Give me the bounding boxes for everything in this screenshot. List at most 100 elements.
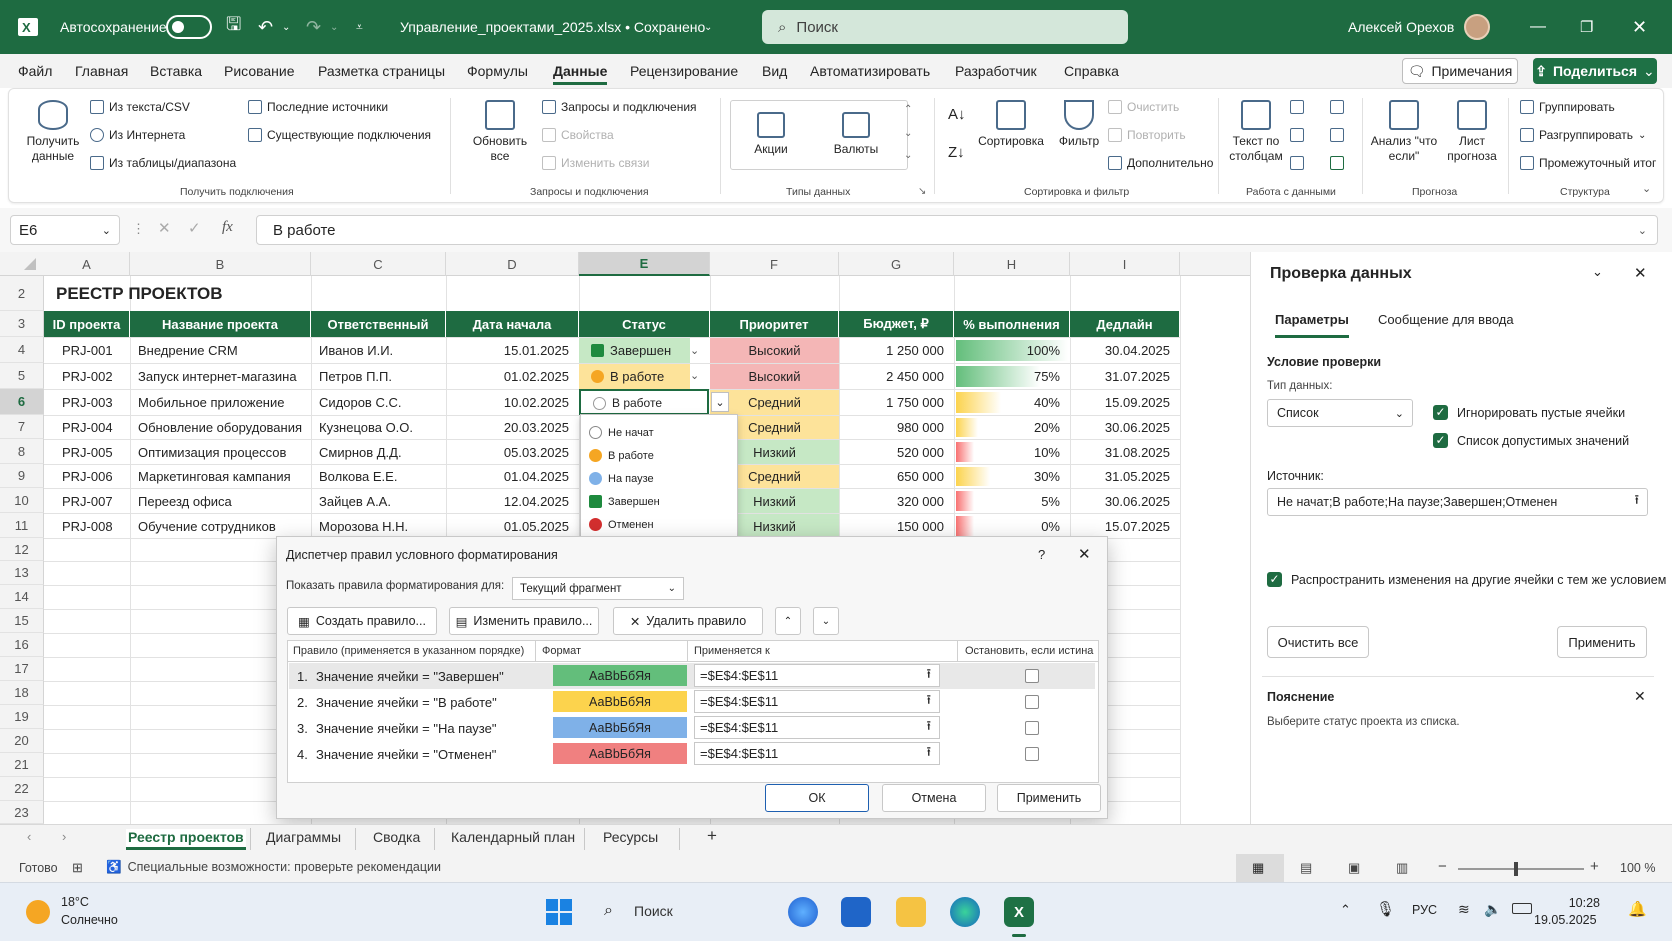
existing-connections-button[interactable]: Существующие подключения (248, 128, 431, 142)
table-header-d[interactable]: Дата начала (446, 311, 579, 337)
row-header-7[interactable]: 7 (0, 415, 44, 439)
validation-dropdown-arrow[interactable]: ⌄ (711, 392, 729, 412)
scroll-left-icon[interactable]: ‹ (27, 829, 31, 844)
user-name[interactable]: Алексей Орехов (1348, 0, 1454, 54)
cell-owner[interactable]: Сидоров С.С. (311, 390, 446, 415)
cell-start[interactable]: 01.04.2025 (446, 465, 579, 488)
collapse-range-icon[interactable]: ⭱ (1634, 491, 1639, 513)
collapse-range-icon[interactable]: ⭱ (926, 691, 931, 713)
selected-cell[interactable]: В работе (579, 389, 709, 415)
cell-budget[interactable]: 650 000 (839, 465, 954, 488)
menu-review[interactable]: Рецензирование (630, 63, 738, 79)
applies-to-input[interactable]: =$E$4:$E$11 ⭱ (694, 716, 940, 739)
page-break-view-icon[interactable]: ▣ (1348, 860, 1360, 876)
cell-budget[interactable]: 2 450 000 (839, 364, 954, 389)
currencies-button[interactable]: Валюты (826, 112, 886, 157)
cell-budget[interactable]: 520 000 (839, 440, 954, 464)
row-header-19[interactable]: 19 (0, 705, 44, 729)
data-type-select[interactable]: Список ⌄ (1267, 399, 1413, 427)
menu-automate[interactable]: Автоматизировать (810, 63, 930, 79)
cell-name[interactable]: Маркетинговая кампания (130, 465, 311, 488)
cell-start[interactable]: 01.02.2025 (446, 364, 579, 389)
cell-name[interactable]: Переезд офиса (130, 489, 311, 513)
cell-priority[interactable]: Высокий (710, 338, 839, 363)
cancel-icon[interactable]: ✕ (158, 219, 171, 237)
column-header-c[interactable]: C (311, 252, 446, 276)
row-header-11[interactable]: 11 (0, 513, 44, 538)
cell-start[interactable]: 20.03.2025 (446, 416, 579, 439)
weather-desc[interactable]: Солнечно (61, 913, 118, 927)
add-sheet-icon[interactable]: + (707, 826, 717, 846)
menu-view[interactable]: Вид (762, 63, 787, 79)
in-cell-dropdown-checkbox[interactable]: ✓ Список допустимых значений (1433, 433, 1629, 448)
redo-icon[interactable]: ↷ (306, 0, 321, 54)
sort-button[interactable]: Сортировка (976, 100, 1046, 149)
applies-to-input[interactable]: =$E$4:$E$11 ⭱ (694, 742, 940, 765)
cell-budget[interactable]: 1 750 000 (839, 390, 954, 415)
redo-dropdown-icon[interactable]: ⌄ (330, 0, 338, 54)
cell-id[interactable]: PRJ-002 (44, 364, 130, 389)
remove-duplicates-icon[interactable] (1290, 128, 1304, 145)
cell-start[interactable]: 15.01.2025 (446, 338, 579, 363)
column-header-g[interactable]: G (839, 252, 954, 276)
cell-deadline[interactable]: 31.07.2025 (1070, 364, 1180, 389)
row-header-3[interactable]: 3 (0, 311, 44, 337)
cell-id[interactable]: PRJ-006 (44, 465, 130, 488)
clock-date[interactable]: 19.05.2025 (1534, 913, 1597, 927)
collapse-range-icon[interactable]: ⭱ (926, 717, 931, 739)
battery-icon[interactable] (1512, 903, 1532, 914)
cell-status[interactable]: Завершен (579, 338, 690, 363)
row-header-22[interactable]: 22 (0, 777, 44, 801)
recent-sources-button[interactable]: Последние источники (248, 100, 388, 114)
notification-bell-icon[interactable]: 🔔 (1628, 900, 1647, 918)
column-header-d[interactable]: D (446, 252, 579, 276)
pane-apply-button[interactable]: Применить (1557, 626, 1647, 658)
cell-pct[interactable]: 100% (954, 338, 1070, 363)
cell-name[interactable]: Мобильное приложение (130, 390, 311, 415)
cell-deadline[interactable]: 30.06.2025 (1070, 489, 1180, 513)
cell-status[interactable]: В работе (579, 364, 690, 389)
customize-qat-icon[interactable]: ⩡ (356, 0, 363, 54)
zoom-slider-thumb[interactable] (1514, 862, 1518, 876)
get-data-button[interactable]: Получить данные (22, 100, 84, 164)
share-button[interactable]: ⇪ Поделиться ⌄ (1533, 58, 1657, 84)
cell-owner[interactable]: Морозова Н.Н. (311, 514, 446, 538)
taskbar-search[interactable]: Поиск (634, 903, 673, 919)
dialog-apply-button[interactable]: Применить (997, 784, 1101, 812)
consolidate-icon[interactable] (1330, 100, 1344, 117)
forecast-sheet-button[interactable]: Лист прогноза (1440, 100, 1504, 164)
dropdown-arrow-icon[interactable]: ⌄ (690, 369, 699, 382)
apply-to-all-checkbox[interactable]: ✓ Распространить изменения на другие ячей… (1267, 572, 1666, 587)
row-header-2[interactable]: 2 (0, 276, 44, 311)
cell-start[interactable]: 05.03.2025 (446, 440, 579, 464)
zoom-level[interactable]: 100 % (1620, 861, 1655, 875)
cell-name[interactable]: Обновление оборудования (130, 416, 311, 439)
row-header-23[interactable]: 23 (0, 801, 44, 824)
windows-start-icon[interactable] (546, 899, 572, 925)
column-header-e[interactable]: E (579, 252, 710, 276)
cell-id[interactable]: PRJ-007 (44, 489, 130, 513)
cell-id[interactable]: PRJ-008 (44, 514, 130, 538)
input-language[interactable]: РУС (1412, 903, 1437, 917)
row-header-4[interactable]: 4 (0, 337, 44, 363)
rule-row[interactable]: 3. Значение ячейки = "На паузе" АаВbБбЯя =$… (289, 715, 1095, 741)
menu-help[interactable]: Справка (1064, 63, 1119, 79)
menu-file[interactable]: Файл (18, 63, 52, 79)
row-header-13[interactable]: 13 (0, 561, 44, 585)
cell-priority[interactable]: Средний (710, 390, 839, 415)
row-header-18[interactable]: 18 (0, 681, 44, 705)
move-down-button[interactable]: ⌄ (813, 607, 839, 635)
page-view-icon[interactable]: ▥ (1396, 860, 1408, 876)
row-header-17[interactable]: 17 (0, 657, 44, 681)
reapply-button[interactable]: Повторить (1108, 128, 1186, 142)
cell-owner[interactable]: Иванов И.И. (311, 338, 446, 363)
cell-id[interactable]: PRJ-003 (44, 390, 130, 415)
more-options-icon[interactable]: ⋮ (132, 221, 145, 237)
cell-name[interactable]: Запуск интернет-магазина (130, 364, 311, 389)
restore-icon[interactable]: ❐ (1580, 0, 1593, 54)
formula-input[interactable]: В работе ⌄ (256, 215, 1658, 245)
close-icon[interactable]: ✕ (1078, 545, 1091, 563)
source-input[interactable]: Не начат;В работе;На паузе;Завершен;Отме… (1267, 488, 1648, 516)
move-up-button[interactable]: ⌃ (775, 607, 801, 635)
file-name[interactable]: Управление_проектами_2025.xlsx • Сохране… (400, 0, 705, 54)
